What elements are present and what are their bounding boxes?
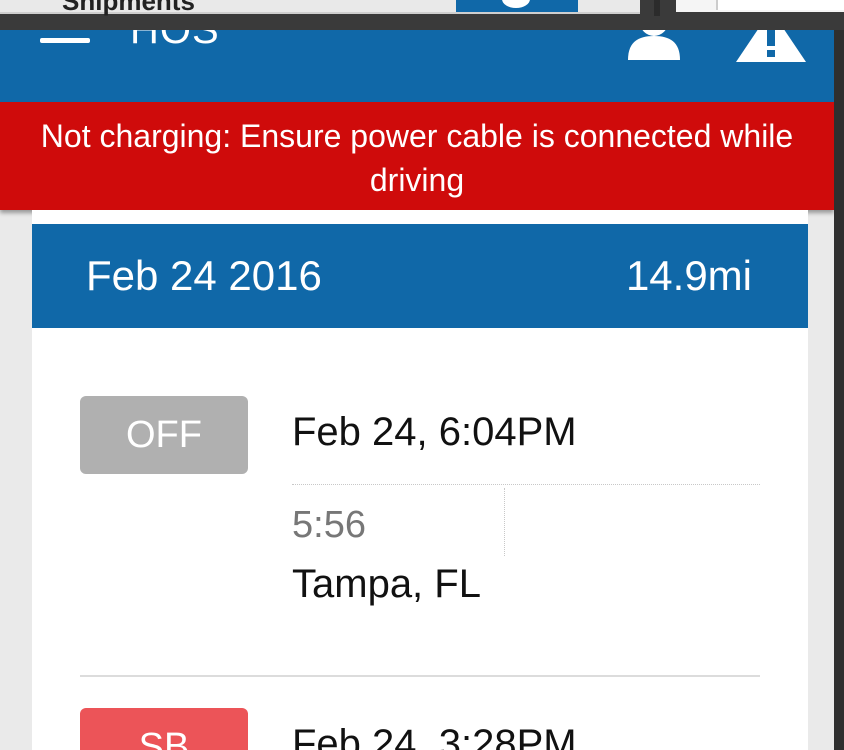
background-divider: [654, 0, 660, 16]
entry-time: Feb 24, 6:04PM: [292, 410, 577, 454]
page-title: HOS: [130, 30, 220, 52]
background-shipments-label: Shipments: [62, 0, 195, 16]
background-window-strip: Shipments: [0, 0, 844, 30]
day-date: Feb 24 2016: [86, 252, 322, 299]
divider: [292, 484, 760, 485]
background-right-panel: [676, 0, 844, 12]
hos-screen: HOS Not charging: Ensure power cable is …: [0, 30, 834, 750]
day-distance: 14.9mi: [625, 252, 752, 299]
status-badge: OFF: [80, 396, 248, 474]
entry-separator: [80, 675, 760, 677]
hamburger-menu-icon[interactable]: [40, 30, 90, 50]
entry-duration: 5:56: [292, 504, 366, 546]
warning-icon[interactable]: [736, 30, 806, 62]
banner-text: Not charging: Ensure power cable is conn…: [40, 118, 794, 198]
status-badge: SB: [80, 708, 248, 750]
divider: [504, 488, 505, 556]
background-tab: [456, 0, 578, 12]
entry-location: Tampa, FL: [292, 562, 481, 606]
log-card: Feb 24 2016 14.9mi OFF Feb 24, 6:04PM 5:…: [32, 210, 808, 750]
device-bezel: [834, 30, 844, 750]
entry-time: Feb 24, 3:28PM: [292, 722, 577, 750]
user-icon[interactable]: [626, 30, 682, 60]
day-header[interactable]: Feb 24 2016 14.9mi: [32, 224, 808, 328]
app-bar: HOS: [0, 30, 834, 102]
charging-warning-banner: Not charging: Ensure power cable is conn…: [0, 102, 834, 210]
